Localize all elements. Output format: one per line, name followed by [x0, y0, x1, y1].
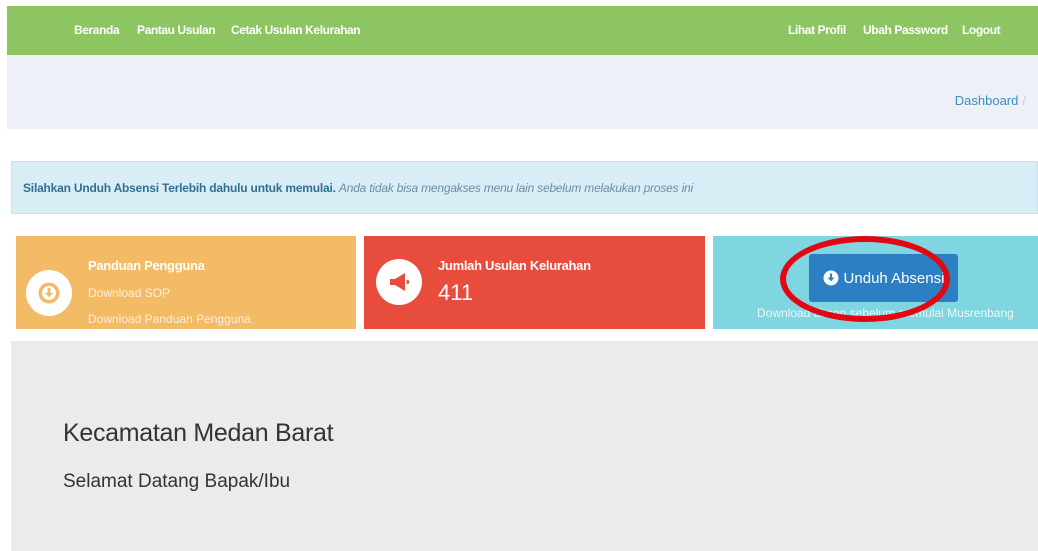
top-navbar: Beranda Pantau Usulan Cetak Usulan Kelur… — [7, 6, 1038, 55]
download-user-guide-link[interactable]: Download Panduan Pengguna — [88, 312, 251, 326]
proposal-count-title: Jumlah Usulan Kelurahan — [438, 258, 591, 273]
breadcrumb-separator: / — [1022, 93, 1026, 108]
breadcrumb-wrapper: Dashboard / — [955, 93, 1026, 108]
proposal-count-card: Jumlah Usulan Kelurahan 411 — [364, 236, 705, 329]
download-circle-icon — [26, 270, 72, 316]
nav-logout[interactable]: Logout — [962, 23, 1001, 37]
nav-beranda[interactable]: Beranda — [74, 23, 120, 37]
nav-ubah-password[interactable]: Ubah Password — [863, 23, 948, 37]
nav-cetak-usulan-kelurahan[interactable]: Cetak Usulan Kelurahan — [231, 23, 361, 37]
welcome-subtitle: Selamat Datang Bapak/Ibu — [63, 471, 291, 492]
megaphone-icon — [376, 259, 422, 305]
nav-lihat-profil[interactable]: Lihat Profil — [788, 23, 846, 37]
guide-title: Panduan Pengguna — [88, 258, 205, 273]
breadcrumb: Dashboard / — [7, 55, 1038, 129]
guide-card: Panduan Pengguna Download SOP Download P… — [16, 236, 356, 329]
highlight-circle-annotation — [780, 236, 950, 322]
download-sop-link[interactable]: Download SOP — [88, 286, 170, 300]
proposal-count-value: 411 — [438, 280, 474, 305]
alert-text: Silahkan Unduh Absensi Terlebih dahulu u… — [23, 181, 693, 195]
welcome-panel: Kecamatan Medan Barat Selamat Datang Bap… — [11, 341, 1038, 551]
page-title: Kecamatan Medan Barat — [63, 419, 334, 447]
nav-pantau-usulan[interactable]: Pantau Usulan — [137, 23, 216, 37]
alert-note-text: Anda tidak bisa mengakses menu lain sebe… — [338, 181, 693, 195]
breadcrumb-dashboard[interactable]: Dashboard — [955, 93, 1019, 108]
alert-strong-text: Silahkan Unduh Absensi Terlebih dahulu u… — [23, 181, 336, 195]
info-alert: Silahkan Unduh Absensi Terlebih dahulu u… — [11, 161, 1038, 214]
